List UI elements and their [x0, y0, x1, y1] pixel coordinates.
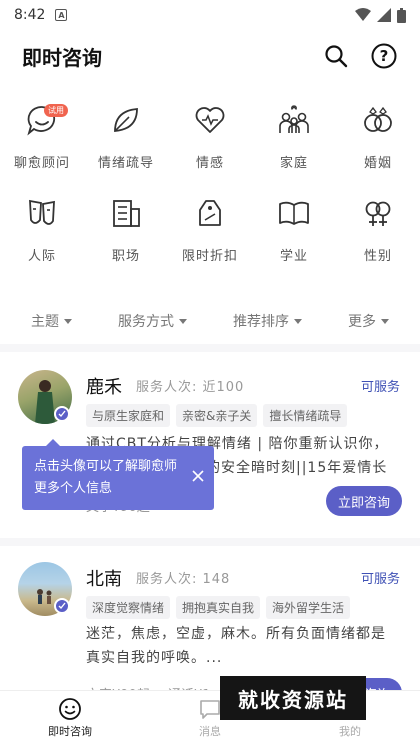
open-book-icon — [274, 193, 314, 233]
avatar-hint-tooltip: 点击头像可以了解聊愈师 更多个人信息 — [22, 439, 214, 510]
app-header: 即时咨询 ? — [0, 36, 420, 76]
watermark-overlay: 就收资源站 — [220, 676, 366, 720]
gender-icon — [358, 193, 398, 233]
help-button[interactable]: ? — [370, 42, 398, 70]
category-label: 性别 — [363, 249, 392, 264]
category-advisor[interactable]: 试用 聊愈顾问 — [0, 100, 84, 171]
tag: 海外留学生活 — [266, 596, 351, 619]
message-icon — [200, 700, 220, 719]
discount-tag-icon — [190, 193, 230, 233]
filter-more[interactable]: 更多 — [348, 308, 389, 334]
verified-badge-icon — [54, 406, 70, 422]
category-workplace[interactable]: 职场 — [84, 193, 168, 264]
service-count: 服务人次: 148 — [136, 572, 231, 587]
tag-list: 深度觉察情绪 拥抱真实自我 海外留学生活 — [86, 596, 351, 619]
counselor-description: 迷茫，焦虑，空虚，麻木。所有负面情绪都是真实自我的呼唤。... — [86, 626, 386, 666]
notification-a-icon: A — [55, 9, 68, 21]
filter-label: 推荐排序 — [233, 314, 289, 330]
tag: 擅长情绪疏导 — [263, 404, 348, 427]
nav-label: 我的 — [339, 725, 361, 738]
consult-button[interactable]: 立即咨询 — [326, 486, 402, 516]
search-button[interactable] — [322, 42, 350, 70]
status-time: 8:42 — [14, 7, 46, 23]
filter-service-mode[interactable]: 服务方式 — [118, 308, 187, 334]
category-study[interactable]: 学业 — [252, 193, 336, 264]
service-count: 服务人次: 近100 — [136, 380, 245, 395]
category-label: 学业 — [279, 249, 308, 264]
filter-bar: 主题 服务方式 推荐排序 更多 — [0, 308, 420, 334]
availability-status: 可服务 — [360, 572, 400, 587]
nav-label: 消息 — [199, 725, 221, 738]
svg-text:?: ? — [380, 47, 389, 65]
category-label: 聊愈顾问 — [13, 156, 70, 171]
category-label: 限时折扣 — [181, 249, 238, 264]
filter-label: 主题 — [31, 314, 59, 330]
caret-down-icon — [381, 318, 389, 324]
category-gender[interactable]: 性别 — [336, 193, 420, 264]
category-emotion[interactable]: 情绪疏导 — [84, 100, 168, 171]
category-social[interactable]: 人际 — [0, 193, 84, 264]
wifi-icon — [355, 8, 371, 21]
help-icon: ? — [371, 43, 397, 69]
battery-icon — [397, 7, 406, 23]
counselor-name: 鹿禾 — [86, 377, 122, 398]
nav-tab-consult[interactable]: 即时咨询 — [0, 691, 140, 746]
filter-label: 服务方式 — [118, 314, 174, 330]
leaf-icon — [106, 100, 146, 140]
smile-icon — [59, 698, 81, 720]
tag: 拥抱真实自我 — [176, 596, 261, 619]
signal-icon — [377, 8, 391, 22]
rings-icon — [358, 100, 398, 140]
category-label: 情绪疏导 — [97, 156, 154, 171]
tag: 与原生家庭和 — [86, 404, 171, 427]
status-bar: 8:42 A — [0, 0, 420, 30]
caret-down-icon — [294, 318, 302, 324]
availability-status: 可服务 — [360, 380, 400, 395]
category-label: 人际 — [27, 249, 56, 264]
trial-badge: 试用 — [44, 104, 68, 117]
category-love[interactable]: 情感 — [168, 100, 252, 171]
nav-label: 即时咨询 — [48, 725, 92, 738]
status-icons — [355, 7, 406, 23]
masks-icon — [22, 193, 62, 233]
filter-label: 更多 — [348, 314, 376, 330]
tag: 深度觉察情绪 — [86, 596, 171, 619]
filter-sort[interactable]: 推荐排序 — [233, 308, 302, 334]
counselor-name: 北南 — [86, 569, 122, 590]
category-label: 职场 — [111, 249, 140, 264]
verified-badge-icon — [54, 598, 70, 614]
close-icon[interactable] — [190, 468, 206, 484]
page-title: 即时咨询 — [22, 45, 102, 70]
section-divider — [0, 538, 420, 546]
section-divider — [0, 344, 420, 352]
tag-list: 与原生家庭和 亲密&亲子关 擅长情绪疏导 — [86, 404, 348, 427]
caret-down-icon — [64, 318, 72, 324]
tag: 亲密&亲子关 — [176, 404, 258, 427]
category-family[interactable]: 家庭 — [252, 100, 336, 171]
category-marriage[interactable]: 婚姻 — [336, 100, 420, 171]
tooltip-line-2: 更多个人信息 — [34, 481, 113, 496]
search-icon — [325, 45, 348, 68]
filter-topic[interactable]: 主题 — [31, 308, 72, 334]
counselor-card[interactable]: 北南 服务人次: 148 可服务 深度觉察情绪 拥抱真实自我 海外留学生活 迷茫… — [0, 546, 420, 708]
category-label: 家庭 — [279, 156, 308, 171]
family-icon — [274, 100, 314, 140]
category-label: 情感 — [195, 156, 224, 171]
category-grid: 试用 聊愈顾问 情绪疏导 情感 家庭 婚姻 人际 职场 限时折扣 学业 性别 — [0, 100, 420, 264]
tooltip-arrow — [46, 439, 60, 446]
caret-down-icon — [179, 318, 187, 324]
category-label: 婚姻 — [363, 156, 392, 171]
office-building-icon — [106, 193, 146, 233]
tooltip-line-1: 点击头像可以了解聊愈师 — [34, 459, 178, 474]
heart-pulse-icon — [190, 100, 230, 140]
category-discount[interactable]: 限时折扣 — [168, 193, 252, 264]
